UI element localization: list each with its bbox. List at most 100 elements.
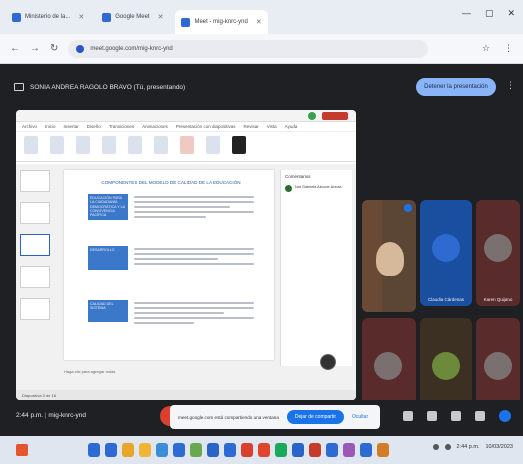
participant-name: Karen Quijano [483, 297, 513, 302]
browser-tab-2[interactable]: Google Meet ✕ [96, 8, 169, 26]
text-line [134, 307, 254, 309]
taskbar-app-icon[interactable] [122, 443, 134, 457]
tab-close-icon[interactable]: ✕ [78, 13, 84, 21]
slide-thumbnail[interactable] [20, 234, 50, 256]
ribbon-tab[interactable]: Insertar [64, 124, 79, 129]
back-icon[interactable]: ← [10, 43, 20, 54]
ribbon-tab[interactable]: Diseño [87, 124, 101, 129]
paste-icon[interactable] [24, 136, 38, 154]
slide-box: DESARROLLO [88, 246, 128, 270]
participant-video [376, 242, 404, 276]
notes-area[interactable]: Haga clic para agregar notas [64, 366, 274, 376]
taskbar-app-icon[interactable] [105, 443, 117, 457]
volume-icon[interactable] [444, 444, 451, 450]
taskbar-app-icon[interactable] [224, 443, 236, 457]
ribbon-tab[interactable]: Inicio [45, 124, 56, 129]
text-line [134, 263, 254, 265]
tab-favicon-icon [12, 12, 21, 22]
text-line [134, 253, 254, 255]
address-bar: ← → ↻ meet.google.com/mig-knrc-ynd ☆ ⋮ [0, 34, 523, 64]
taskbar-app-icon[interactable] [258, 443, 270, 457]
ribbon-tab[interactable]: Revisar [243, 124, 258, 129]
ribbon-tab[interactable]: Animaciones [142, 124, 168, 129]
right-controls [403, 410, 511, 422]
status-dot-icon [308, 112, 316, 120]
taskbar-app-icon[interactable] [292, 443, 304, 457]
text-line [134, 317, 254, 319]
avatar [484, 352, 512, 380]
hide-button[interactable]: Ocultar [352, 414, 368, 420]
slide-text-block [134, 248, 254, 268]
tab-close-icon[interactable]: ✕ [256, 18, 262, 26]
taskbar-app-icon[interactable] [190, 443, 202, 457]
taskbar-app-icon[interactable] [88, 443, 100, 457]
slide-thumbnail[interactable] [20, 298, 50, 320]
browser-menu-icon[interactable]: ⋮ [504, 43, 513, 54]
new-slide-icon[interactable] [50, 136, 64, 154]
reload-icon[interactable]: ↻ [50, 43, 58, 54]
editing-icon[interactable] [154, 136, 168, 154]
tab-favicon-icon [181, 17, 191, 27]
more-options-icon[interactable]: ⋮ [506, 80, 516, 94]
current-slide[interactable]: COMPONENTES DEL MODELO DE CALIDAD DE LA … [64, 170, 274, 360]
comment-item[interactable]: Not Gabriela Alcocer Arzola [285, 185, 348, 192]
avatar [484, 234, 512, 262]
stop-presenting-button[interactable]: Detener la presentación [416, 78, 496, 96]
participant-name: Claudia Cárdenas [427, 297, 465, 302]
taskbar-app-icon[interactable] [377, 443, 389, 457]
taskbar-app-icon[interactable] [309, 443, 321, 457]
browser-tab-1[interactable]: Ministerio de la... ✕ [6, 8, 90, 26]
taskbar-app-icon[interactable] [275, 443, 287, 457]
minimize-icon[interactable]: — [462, 8, 471, 19]
url-field[interactable]: meet.google.com/mig-knrc-ynd [68, 39, 429, 58]
taskbar-app-icon[interactable] [207, 443, 219, 457]
host-controls-icon[interactable] [499, 410, 511, 422]
drawing-icon[interactable] [128, 136, 142, 154]
ribbon-tab[interactable]: Presentación con diapositivas [176, 124, 236, 129]
ribbon-tab[interactable]: Ayuda [285, 124, 298, 129]
text-line [134, 312, 224, 314]
close-icon[interactable]: ✕ [507, 8, 515, 19]
share-button[interactable] [322, 112, 348, 120]
taskbar-app-icon[interactable] [173, 443, 185, 457]
slide-thumbnail[interactable] [20, 202, 50, 224]
taskbar-app-icon[interactable] [139, 443, 151, 457]
participant-tile[interactable]: Claudia Cárdenas [420, 200, 472, 306]
paragraph-icon[interactable] [102, 136, 116, 154]
pin-presentation-button[interactable] [320, 354, 336, 370]
taskbar-app-icon[interactable] [241, 443, 253, 457]
weather-icon[interactable] [16, 444, 28, 456]
participant-tile-video[interactable] [362, 200, 416, 312]
site-info-icon[interactable] [76, 44, 85, 53]
slide-thumbnail[interactable] [20, 170, 50, 192]
dictate-icon[interactable] [180, 136, 194, 154]
slide-thumbnail[interactable] [20, 266, 50, 288]
forward-icon[interactable]: → [30, 43, 40, 54]
taskbar-app-icon[interactable] [360, 443, 372, 457]
activities-icon[interactable] [475, 411, 485, 421]
maximize-icon[interactable]: ▢ [485, 8, 494, 19]
ribbon-tab[interactable]: Transiciones [109, 124, 134, 129]
taskbar-app-icon[interactable] [326, 443, 338, 457]
browser-tab-3[interactable]: Meet - mig-knrc-ynd ✕ [175, 10, 268, 34]
bookmark-star-icon[interactable]: ☆ [482, 43, 490, 54]
ribbon-tab[interactable]: Vista [267, 124, 277, 129]
taskbar-app-icon[interactable] [343, 443, 355, 457]
address-bar-actions: ☆ ⋮ [482, 43, 513, 54]
taskbar-app-icon[interactable] [156, 443, 168, 457]
system-tray: 2:44 p.m. 10/03/2023 [432, 444, 513, 450]
people-icon[interactable] [427, 411, 437, 421]
ribbon-tab[interactable]: Archivo [22, 124, 37, 129]
network-icon[interactable] [432, 444, 439, 450]
present-icon[interactable] [232, 136, 246, 154]
designer-icon[interactable] [206, 136, 220, 154]
stop-sharing-button[interactable]: Dejar de compartir [286, 410, 345, 424]
participant-tile[interactable]: Karen Quijano [476, 200, 520, 306]
tab-close-icon[interactable]: ✕ [158, 13, 164, 21]
info-icon[interactable] [403, 411, 413, 421]
text-line [134, 206, 230, 208]
font-icon[interactable] [76, 136, 90, 154]
chat-icon[interactable] [451, 411, 461, 421]
comments-pane: Comentarios Not Gabriela Alcocer Arzola [280, 170, 352, 366]
tray-time: 2:44 p.m. [456, 444, 480, 450]
